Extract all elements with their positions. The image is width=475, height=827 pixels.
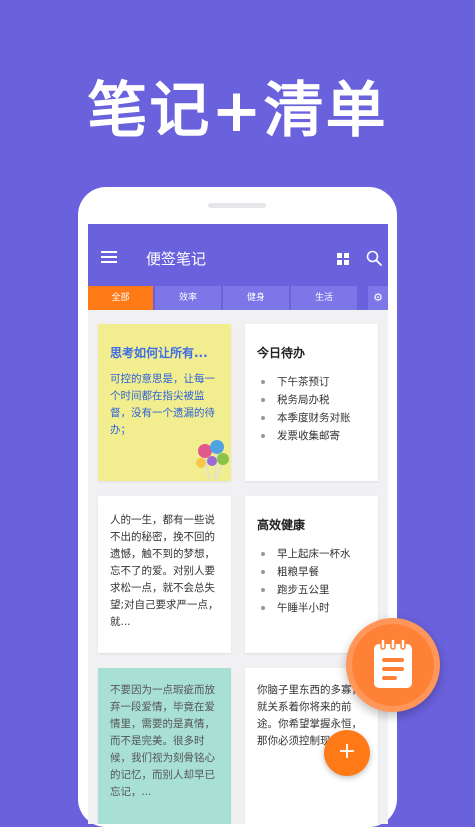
add-note-button[interactable]: + <box>324 730 370 776</box>
app-bar: 便签笔记 <box>88 224 388 286</box>
note-title: 今日待办 <box>257 346 306 360</box>
todo-item[interactable]: 发票收集邮寄 <box>259 427 378 445</box>
note-title: 高效健康 <box>257 518 306 532</box>
note-card[interactable]: 人的一生，都有一些说不出的秘密，挽不回的遗憾，触不到的梦想，忘不了的爱。对别人要… <box>98 496 231 653</box>
note-body: 可控的意思是，让每一个时间都在指尖被监督，没有一个遗漏的待办； <box>110 373 215 436</box>
search-icon[interactable] <box>366 250 382 266</box>
todo-item[interactable]: 下午茶预订 <box>259 373 378 391</box>
menu-icon[interactable] <box>101 251 117 263</box>
grid-view-icon[interactable] <box>337 253 350 266</box>
lollipop-image <box>196 440 229 479</box>
todo-item[interactable]: 早上起床一杯水 <box>259 545 378 563</box>
app-title: 便签笔记 <box>146 250 207 268</box>
todo-item[interactable]: 午睡半小时 <box>259 599 378 617</box>
tab-life[interactable]: 生活 <box>291 286 357 310</box>
todo-list: 下午茶预订 税务局办税 本季度财务对账 发票收集邮寄 <box>259 373 378 445</box>
todo-item[interactable]: 跑步五公里 <box>259 581 378 599</box>
note-title: 思考如何让所有... <box>110 346 208 360</box>
note-card[interactable]: 思考如何让所有... 可控的意思是，让每一个时间都在指尖被监督，没有一个遗漏的待… <box>98 324 231 481</box>
headline: 笔记+清单 <box>87 76 388 146</box>
tab-fitness[interactable]: 健身 <box>223 286 289 310</box>
note-card[interactable]: 高效健康 早上起床一杯水 粗粮早餐 跑步五公里 午睡半小时 <box>245 496 378 653</box>
category-tabs: 全部 效率 健身 生活 ⚙ <box>88 286 388 310</box>
todo-item[interactable]: 税务局办税 <box>259 391 378 409</box>
tab-all[interactable]: 全部 <box>88 286 153 310</box>
todo-list: 早上起床一杯水 粗粮早餐 跑步五公里 午睡半小时 <box>259 545 378 617</box>
app-logo-badge <box>346 618 440 712</box>
note-card[interactable]: 今日待办 下午茶预订 税务局办税 本季度财务对账 发票收集邮寄 <box>245 324 378 481</box>
settings-icon[interactable]: ⚙ <box>368 286 388 310</box>
phone-speaker <box>208 203 266 208</box>
note-card[interactable]: 不要因为一点瑕疵而放弃一段爱情，毕竟在爱情里，需要的是真情，而不是完美。很多时候… <box>98 668 231 824</box>
note-body: 人的一生，都有一些说不出的秘密，挽不回的遗憾，触不到的梦想，忘不了的爱。对别人要… <box>110 514 219 628</box>
notebook-icon <box>374 638 412 688</box>
todo-item[interactable]: 粗粮早餐 <box>259 563 378 581</box>
add-icon: + <box>337 739 357 764</box>
note-body: 不要因为一点瑕疵而放弃一段爱情，毕竟在爱情里，需要的是真情，而不是完美。很多时候… <box>110 684 215 798</box>
tab-efficiency[interactable]: 效率 <box>155 286 221 310</box>
todo-item[interactable]: 本季度财务对账 <box>259 409 378 427</box>
